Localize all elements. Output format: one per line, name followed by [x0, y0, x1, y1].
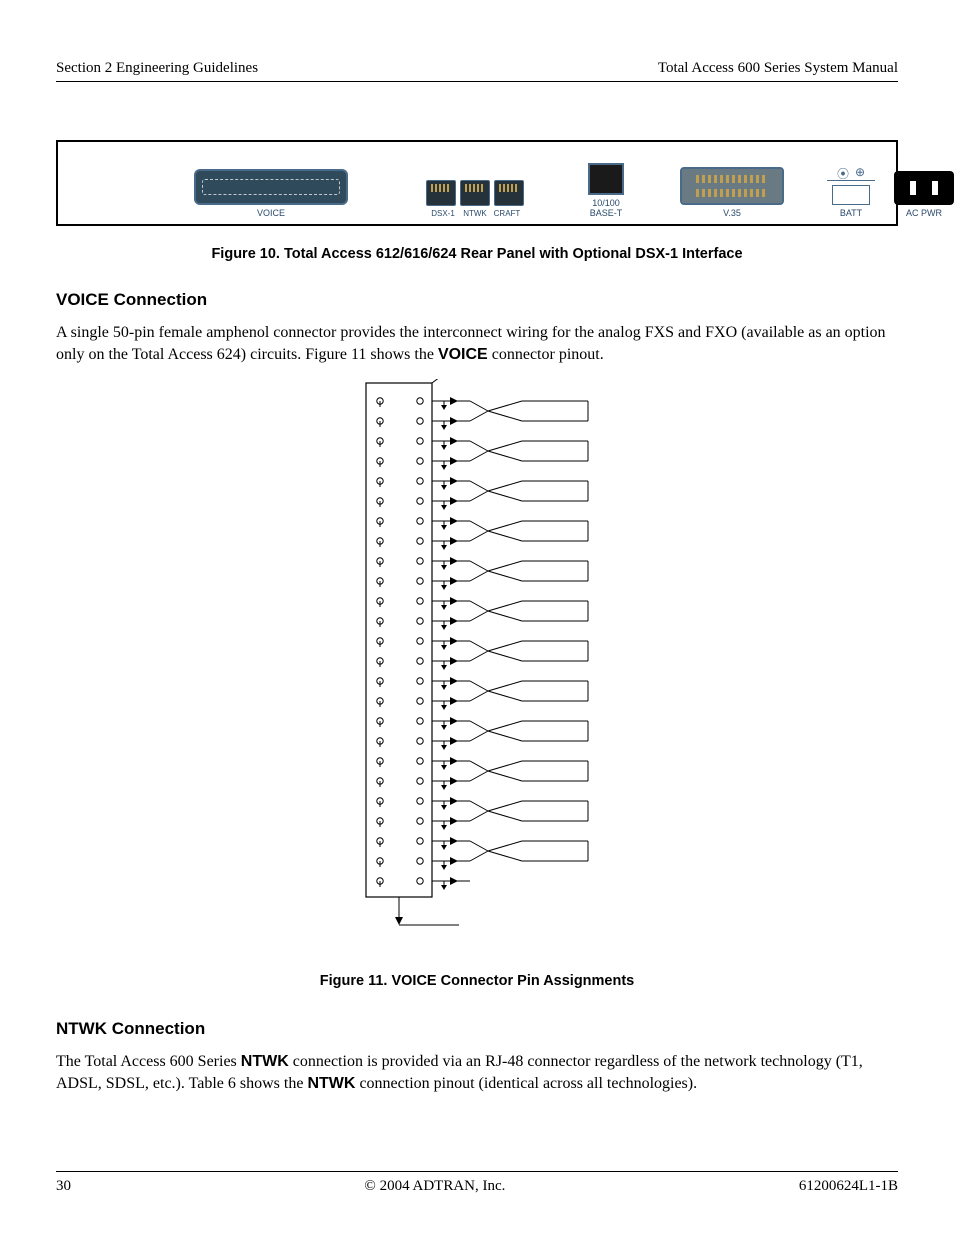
v35-connector-icon	[680, 167, 784, 205]
rj-block: DSX-1 NTWK CRAFT	[426, 180, 524, 218]
v35-block: V.35	[680, 167, 784, 218]
rj-label-dsx1: DSX-1	[429, 209, 457, 218]
amphenol-connector-icon	[194, 169, 348, 205]
header-left: Section 2 Engineering Guidelines	[56, 60, 258, 77]
page-header: Section 2 Engineering Guidelines Total A…	[56, 60, 898, 82]
rj45-icon	[494, 180, 524, 206]
voice-connector: VOICE	[194, 169, 348, 218]
rj45-icon	[460, 180, 490, 206]
batt-terminal-icon	[832, 185, 870, 205]
section-voice-heading: VOICE Connection	[56, 290, 898, 310]
page-footer: 30 © 2004 ADTRAN, Inc. 61200624L1-1B	[56, 1171, 898, 1195]
footer-page-number: 30	[56, 1178, 71, 1195]
ntwk-paragraph: The Total Access 600 Series NTWK connect…	[56, 1051, 898, 1094]
figure-11-caption: Figure 11. VOICE Connector Pin Assignmen…	[56, 973, 898, 989]
figure-10-caption: Figure 10. Total Access 612/616/624 Rear…	[56, 246, 898, 262]
ac-inlet-icon	[894, 171, 954, 205]
pinout-diagram-icon	[362, 379, 592, 939]
batt-label: BATT	[840, 208, 862, 218]
rj45-icon	[426, 180, 456, 206]
ethernet-port-icon	[588, 163, 624, 195]
ac-label: AC PWR	[906, 208, 942, 218]
section-ntwk-heading: NTWK Connection	[56, 1019, 898, 1039]
batt-block: ⦿⊕ BATT	[832, 165, 870, 218]
voice-pinout-figure	[56, 379, 898, 939]
rj-label-ntwk: NTWK	[461, 209, 489, 218]
ethernet-block: 10/100 BASE-T	[586, 163, 626, 218]
ac-block: AC PWR	[894, 171, 954, 218]
rj-label-craft: CRAFT	[493, 209, 521, 218]
voice-label: VOICE	[257, 208, 285, 218]
rear-panel-figure: VOICE DSX-1 NTWK CRAFT 10/100 BASE-T	[56, 140, 898, 226]
footer-copyright: © 2004 ADTRAN, Inc.	[364, 1178, 505, 1195]
footer-doc-id: 61200624L1-1B	[799, 1178, 898, 1195]
eth-label: 10/100 BASE-T	[586, 198, 626, 218]
header-right: Total Access 600 Series System Manual	[658, 60, 898, 77]
voice-paragraph: A single 50-pin female amphenol connecto…	[56, 322, 898, 365]
v35-label: V.35	[723, 208, 741, 218]
